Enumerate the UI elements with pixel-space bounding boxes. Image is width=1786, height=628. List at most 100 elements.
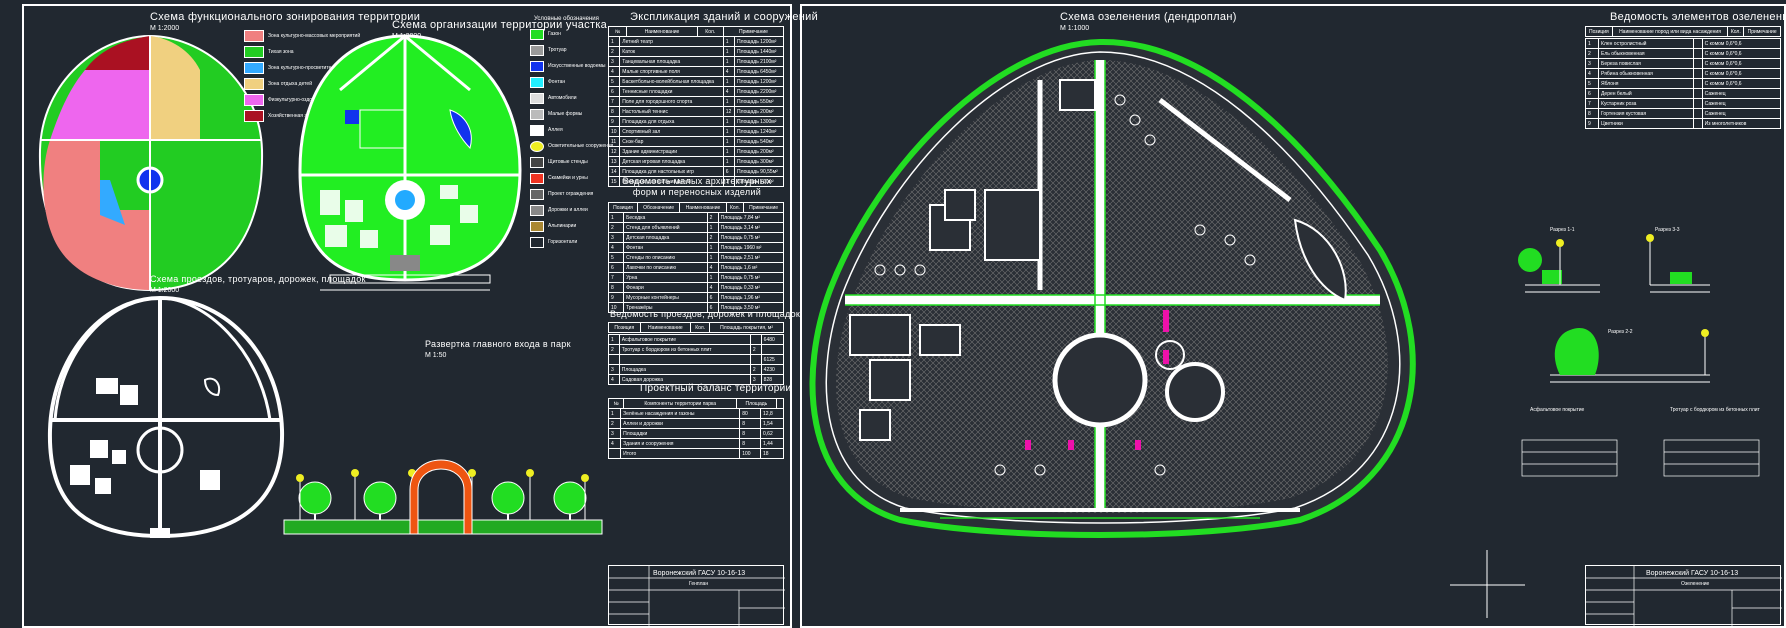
table-cell: Площадь 1960 м² xyxy=(717,242,785,253)
table-cell: Кустарник роза xyxy=(1598,98,1695,109)
table-cell xyxy=(1693,68,1703,79)
table-row: 8 Гортензия кустовая Саженец xyxy=(1584,108,1782,119)
convention-label: Искусственные водоемы xyxy=(548,63,606,69)
table-cell: 8 xyxy=(739,418,761,429)
table-cell: 4 xyxy=(608,374,620,385)
table-cell: Рябина обыкновенная xyxy=(1598,68,1695,79)
table-cell: 3 xyxy=(1584,58,1600,69)
table-row: 1 Клен остролистный С комом 0,6*0,6 xyxy=(1584,38,1782,49)
table-row: 3 Береза повислая С комом 0,6*0,6 xyxy=(1584,58,1782,69)
paths-title: Схема проездов, тротуаров, дорожек, площ… xyxy=(150,274,366,284)
table-cell: Здания и сооружения xyxy=(620,438,741,449)
table-cell: С комом 0,6*0,6 xyxy=(1701,68,1782,79)
table-cell: Площадь 540м² xyxy=(734,136,784,147)
lighting-swatch xyxy=(530,140,544,152)
table-cell: 10 xyxy=(607,126,621,137)
table-row: 1 Беседка 2 Площадь 7,84 м² xyxy=(607,212,785,223)
table-cell: Площадь 1200м² xyxy=(734,76,784,87)
pond-swatch xyxy=(530,60,544,72)
legend-label: Зона отдыха детей xyxy=(268,81,312,87)
table-cell: 4 xyxy=(722,66,736,77)
table-cell: 1 xyxy=(706,222,719,233)
table-cell: 2 xyxy=(706,212,719,223)
table-row: 2 Тротуар с бордюром из бетонных плит 2 xyxy=(608,344,785,355)
table-cell: Танцевальная площадка xyxy=(619,56,724,67)
table-row: 5 Стенды по описанию 1 Площадь 2,51 м² xyxy=(607,252,785,263)
table-cell: Малые спортивные поля xyxy=(619,66,724,77)
title-block-1: Воронежский ГАСУ 10-16-13 Генплан xyxy=(608,565,785,626)
table-cell: 9 xyxy=(607,292,625,303)
table-cell xyxy=(1693,98,1703,109)
table-cell: 1 xyxy=(607,408,622,419)
table-row: 6 Теннисные площадки 4 Площадь 2200м² xyxy=(607,86,784,97)
legend-label: Зона культурно-просветительских учрежден… xyxy=(268,65,377,71)
table-cell: 6 xyxy=(706,292,719,303)
convention-label: Горизонтали xyxy=(548,239,578,245)
small-forms-title: Ведомость малых архитектурных форм и пер… xyxy=(622,176,772,197)
table-cell: Площадка xyxy=(618,364,751,375)
table-cell: 100 xyxy=(739,448,761,459)
table-cell: Цветники xyxy=(1598,118,1695,129)
table-cell: С комом 0,6*0,6 xyxy=(1701,58,1782,69)
convention-label: Щитовые стенды xyxy=(548,159,588,165)
table-cell: Площадь 90,55м² xyxy=(734,166,784,177)
table-cell: 1 xyxy=(706,242,719,253)
table-cell xyxy=(749,354,762,365)
table-cell: Площадь 3,14 м² xyxy=(717,222,785,233)
table-cell: Лавочки по описанию xyxy=(623,262,708,273)
table-cell: Настольный теннис xyxy=(619,106,724,117)
table-cell: 12 xyxy=(722,106,736,117)
table-cell: Дерен белый xyxy=(1598,88,1695,99)
table-cell: Баскетбольно-волейбольная площадка xyxy=(619,76,724,87)
section-2-label: Разрез 2-2 xyxy=(1608,329,1633,335)
table-cell: Площадь 300м² xyxy=(734,156,784,167)
convention-label: Автомобили xyxy=(548,95,577,101)
table-cell: 2 xyxy=(706,232,719,243)
table-cell: 6 xyxy=(607,86,621,97)
legend-swatch xyxy=(244,46,264,58)
table-cell: 2 xyxy=(607,46,621,57)
table-cell: С комом 0,6*0,6 xyxy=(1701,38,1782,49)
table-cell: Площадь 7,84 м² xyxy=(717,212,785,223)
table-cell: 6480 xyxy=(760,334,785,345)
bench-swatch xyxy=(530,172,544,184)
table-cell: Зелёные насаждения и газоны xyxy=(620,408,741,419)
table-cell: 8 xyxy=(739,438,761,449)
convention-label: Дорожки и аллеи xyxy=(548,207,588,213)
table-cell: 2 xyxy=(749,364,762,375)
table-cell: Площадь 1,6 м² xyxy=(717,262,785,273)
table-cell: Фонари xyxy=(623,282,708,293)
balance-rows: 1 Зелёные насаждения и газоны 80 12,8 2 Аллеи… xyxy=(607,408,784,459)
cars-swatch xyxy=(530,92,544,104)
convention-label: Аллея xyxy=(548,127,563,133)
legend-swatch xyxy=(244,78,264,90)
table-row: 1 Асфальтовое покрытие 6480 xyxy=(608,334,785,345)
table-cell xyxy=(618,354,751,365)
table-cell: 1 xyxy=(722,46,736,57)
table-cell: 7 xyxy=(607,96,621,107)
table-cell: Аллеи и дорожки xyxy=(620,418,741,429)
table-cell: Беседка xyxy=(623,212,708,223)
table-cell: 11 xyxy=(607,136,621,147)
table-cell: 5 xyxy=(607,252,625,263)
zoning-scale: М 1:2000 xyxy=(150,25,180,32)
table-row: 4 Фонтан 1 Площадь 1960 м² xyxy=(607,242,785,253)
table-row: 6 Лавочки по описанию 4 Площадь 1,6 м² xyxy=(607,262,785,273)
table-cell: 2 xyxy=(607,222,625,233)
table-cell: 8 xyxy=(1584,108,1600,119)
table-cell: 4230 xyxy=(760,364,785,375)
table-row: 8 Настольный теннис 12 Площадь 200м² xyxy=(607,106,784,117)
table-cell: 4 xyxy=(1584,68,1600,79)
entrance-scale: М 1:50 xyxy=(425,352,447,359)
elements-table: Позиция Наименование пород или вида насаж… xyxy=(1585,26,1781,37)
table-row: 8 Фонари 4 Площадь 0,33 м² xyxy=(607,282,785,293)
table-cell: Площадь 6450м² xyxy=(734,66,784,77)
table-cell xyxy=(1693,108,1703,119)
table-cell: 12 xyxy=(607,146,621,157)
convention-label: Осветительные сооружения xyxy=(548,143,614,149)
table-row: 13 Детская игровая площадка 1 Площадь 300м² xyxy=(607,156,784,167)
table-cell: 6 xyxy=(607,262,625,273)
small-forms-swatch xyxy=(530,108,544,120)
table-cell xyxy=(1693,118,1703,129)
table-cell: 1 xyxy=(722,96,736,107)
